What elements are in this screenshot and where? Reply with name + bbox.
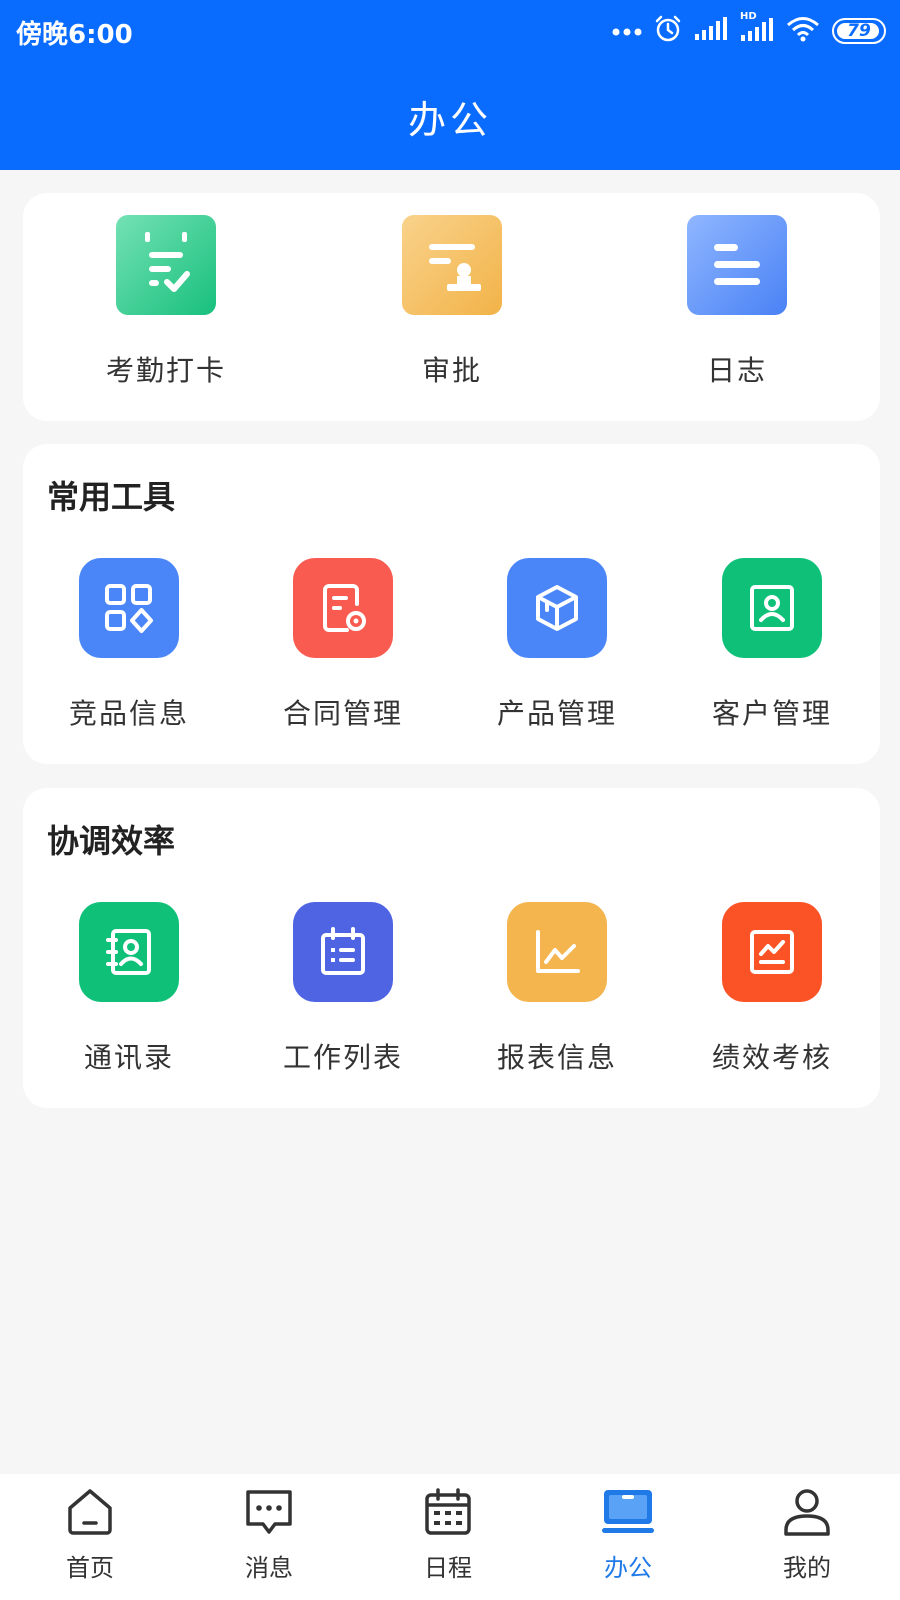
section-title-common-tools: 常用工具 — [47, 478, 176, 516]
apps-grid-icon — [79, 558, 179, 658]
wifi-icon — [786, 15, 820, 47]
approval-label: 审批 — [421, 354, 482, 387]
section-title-coordination: 协调效率 — [47, 822, 176, 860]
report-chart-icon — [507, 902, 607, 1002]
work-list-calendar-icon — [293, 902, 393, 1002]
laptop-office-icon — [598, 1482, 658, 1542]
status-bar: 傍晚6:00 HD 79 — [0, 0, 900, 62]
contacts-label: 通讯录 — [83, 1041, 174, 1074]
customer-management-label: 客户管理 — [711, 697, 832, 730]
coordination-card: 协调效率 通讯录 工作列表 报表信息 绩效考核 — [23, 788, 880, 1108]
performance-chart-icon — [722, 902, 822, 1002]
product-management-button[interactable]: 产品管理 — [457, 558, 657, 732]
battery-indicator: 79 — [832, 18, 886, 44]
tab-home[interactable]: 首页 — [20, 1482, 160, 1583]
customer-management-button[interactable]: 客户管理 — [672, 558, 872, 732]
contacts-book-icon — [79, 902, 179, 1002]
page-title: 办公 — [407, 97, 492, 142]
common-tools-card: 常用工具 竞品信息 合同管理 产品管理 客户管理 — [23, 444, 880, 764]
product-management-label: 产品管理 — [496, 697, 617, 730]
tab-schedule[interactable]: 日程 — [378, 1482, 518, 1583]
report-info-label: 报表信息 — [496, 1041, 617, 1074]
tab-messages-label: 消息 — [245, 1554, 293, 1582]
log-lines-icon — [687, 215, 787, 315]
alarm-icon — [654, 15, 682, 47]
status-icons: HD 79 — [612, 11, 886, 48]
contract-document-icon — [293, 558, 393, 658]
approval-stamp-icon — [402, 215, 502, 315]
battery-level: 79 — [847, 21, 871, 41]
tab-mine[interactable]: 我的 — [737, 1482, 877, 1583]
approval-button[interactable]: 审批 — [352, 215, 552, 389]
tab-office[interactable]: 办公 — [558, 1482, 698, 1583]
tab-schedule-label: 日程 — [424, 1554, 472, 1582]
report-info-button[interactable]: 报表信息 — [457, 902, 657, 1076]
log-button[interactable]: 日志 — [637, 215, 837, 389]
more-dots-icon — [612, 22, 642, 41]
tab-office-label: 办公 — [604, 1554, 652, 1582]
home-icon — [60, 1482, 120, 1542]
page-header: 办公 — [0, 62, 900, 170]
work-list-button[interactable]: 工作列表 — [243, 902, 443, 1076]
attendance-button[interactable]: 考勤打卡 — [66, 215, 266, 389]
product-box-icon — [507, 558, 607, 658]
customer-card-icon — [722, 558, 822, 658]
signal-icon — [694, 16, 728, 46]
work-list-label: 工作列表 — [282, 1041, 403, 1074]
performance-review-label: 绩效考核 — [711, 1041, 832, 1074]
calendar-icon — [418, 1482, 478, 1542]
quick-actions-card: 考勤打卡 审批 日志 — [23, 193, 880, 421]
person-icon — [777, 1482, 837, 1542]
contract-management-label: 合同管理 — [282, 697, 403, 730]
tab-mine-label: 我的 — [783, 1554, 831, 1582]
hd-badge: HD — [740, 11, 757, 22]
bottom-tab-bar: 首页 消息 日程 办公 我的 — [0, 1474, 900, 1600]
attendance-label: 考勤打卡 — [105, 354, 226, 387]
signal-hd-icon: HD — [740, 11, 774, 47]
contacts-button[interactable]: 通讯录 — [29, 902, 229, 1076]
contract-management-button[interactable]: 合同管理 — [243, 558, 443, 732]
tab-home-label: 首页 — [66, 1554, 114, 1582]
performance-review-button[interactable]: 绩效考核 — [672, 902, 872, 1076]
tab-messages[interactable]: 消息 — [199, 1482, 339, 1583]
competitor-info-button[interactable]: 竞品信息 — [29, 558, 229, 732]
status-time: 傍晚6:00 — [16, 20, 133, 50]
log-label: 日志 — [706, 354, 767, 387]
competitor-info-label: 竞品信息 — [68, 697, 189, 730]
message-bubble-icon — [239, 1482, 299, 1542]
attendance-check-icon — [116, 215, 216, 315]
